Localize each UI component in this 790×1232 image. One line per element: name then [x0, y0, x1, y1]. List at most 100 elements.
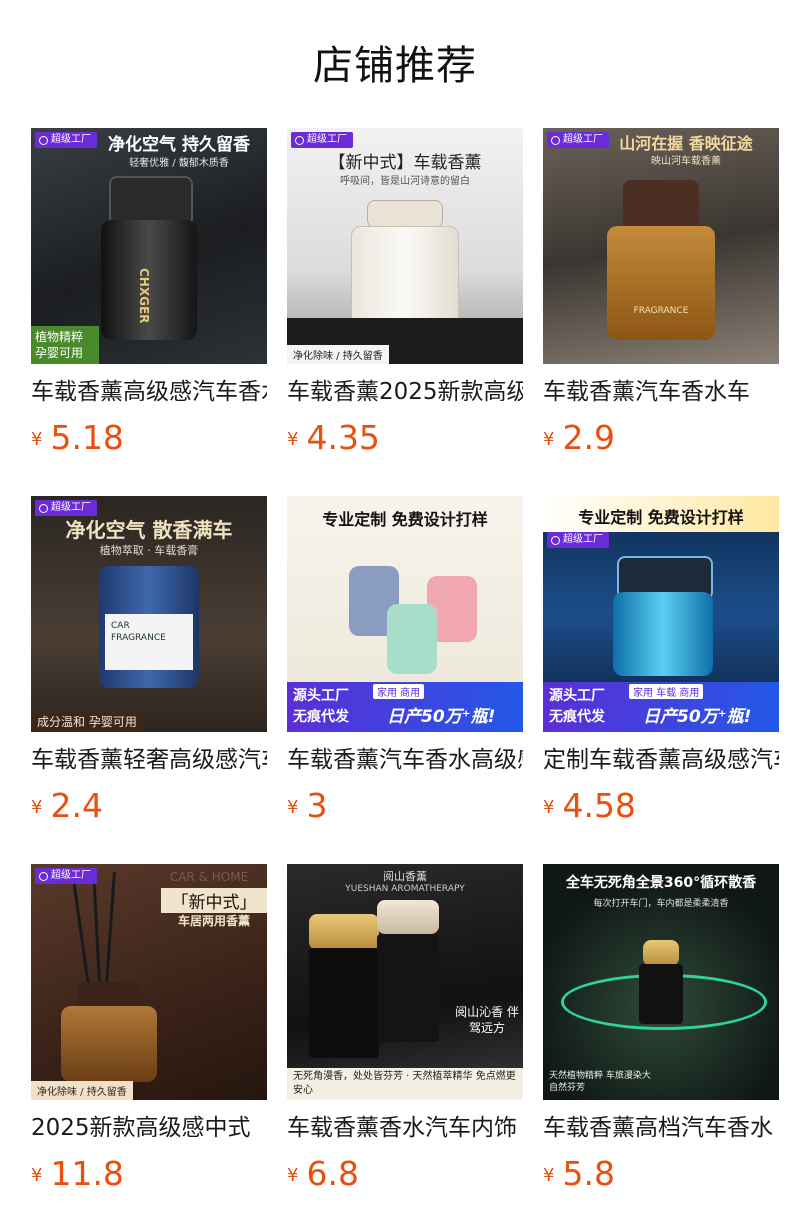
price-value: 6.8: [306, 1154, 359, 1193]
product-tagline: 天然植物精粹 车旅漫染大自然芬芳: [549, 1071, 651, 1093]
product-subline: 映山河车载香薰: [651, 156, 721, 167]
product-tagline: 无死角漫香，处处皆芬芳 · 天然植萃精华 免点燃更安心: [287, 1068, 523, 1100]
price-value: 11.8: [50, 1154, 124, 1193]
super-factory-badge: 超级工厂: [35, 868, 97, 884]
jar-body: [351, 226, 459, 328]
product-image: 阅山香薰 YUESHAN AROMATHERAPY 阅山沁香 伴驾远方 无死角漫…: [287, 864, 523, 1100]
product-name: 车载香薰汽车香水车: [543, 379, 750, 405]
product-name: 车载香薰高档汽车香水: [543, 1115, 773, 1141]
product-tagline: 净化除味 / 持久留香: [287, 345, 389, 364]
diamond-icon: [39, 135, 48, 145]
jar-body: [309, 948, 379, 1058]
price-value: 4.58: [562, 786, 636, 825]
product-name: 车载香薰香水汽车内饰: [287, 1115, 517, 1141]
product-subline: 植物萃取 · 车载香膏: [99, 544, 199, 557]
bottle-mint: [387, 604, 437, 674]
product-price: ¥4.58: [543, 784, 636, 828]
product-card[interactable]: 超级工厂 【新中式】车载香薰 呼吸间，皆是山河诗意的留白 净化除味 / 持久留香…: [287, 128, 523, 474]
promo-banner: 源头工厂 无痕代发 家用 商用 日产50万⁺瓶!: [287, 682, 523, 732]
product-image: 专业定制 免费设计打样 超级工厂 源头工厂 无痕代发 家用 车载 商用 日产50…: [543, 496, 779, 732]
currency-symbol: ¥: [287, 797, 299, 818]
product-headline: 山河在握 香映征途: [619, 134, 753, 153]
currency-symbol: ¥: [287, 1165, 299, 1186]
product-tagline: 成分温和 孕婴可用: [31, 711, 143, 732]
page-title: 店铺推荐: [313, 43, 477, 89]
product-card[interactable]: 全车无死角全景360°循环散香 每次打开车门，车内都是柔柔清香 天然植物精粹 车…: [543, 864, 779, 1210]
jar-cap: [109, 176, 193, 226]
super-factory-badge: 超级工厂: [35, 500, 97, 516]
jar-body: [639, 964, 683, 1024]
product-headline: 全车无死角全景360°循环散香: [565, 875, 757, 891]
jar-body: [61, 1006, 157, 1082]
product-image: 全车无死角全景360°循环散香 每次打开车门，车内都是柔柔清香 天然植物精粹 车…: [543, 864, 779, 1100]
price-value: 4.35: [306, 418, 380, 457]
product-image: 超级工厂 山河在握 香映征途 映山河车载香薰 FRAGRANCE: [543, 128, 779, 364]
product-price: ¥6.8: [287, 1152, 359, 1196]
product-headline: 「新中式」: [161, 888, 267, 913]
product-price: ¥2.9: [543, 416, 615, 460]
product-price: ¥11.8: [31, 1152, 124, 1196]
promo-capacity: 日产50万⁺瓶!: [387, 707, 496, 727]
promo-line-2: 无痕代发: [293, 709, 349, 725]
diamond-icon: [551, 535, 560, 545]
product-image: 超级工厂 净化空气 持久留香 轻奢优雅 / 馥郁木质香 CHXGER 植物精粹 …: [31, 128, 267, 364]
product-name: 定制车载香薰高级感汽车: [543, 747, 779, 773]
brand-text: CAR FRAGRANCE: [105, 614, 193, 670]
promo-capacity: 日产50万⁺瓶!: [643, 707, 752, 727]
diamond-icon: [295, 135, 304, 145]
product-name: 车载香薰2025新款高级感: [287, 379, 523, 405]
product-headline: 【新中式】车载香薰: [328, 153, 482, 173]
jar-cap: [623, 180, 699, 228]
product-subline: 车居两用香薰: [177, 914, 250, 928]
product-image: 超级工厂 净化空气 散香满车 植物萃取 · 车载香膏 CAR FRAGRANCE…: [31, 496, 267, 732]
diamond-icon: [39, 871, 48, 881]
product-image: 专业定制 免费设计打样 源头工厂 无痕代发 家用 商用 日产50万⁺瓶!: [287, 496, 523, 732]
product-card[interactable]: 超级工厂 CAR & HOME 「新中式」 车居两用香薰 净化除味 / 持久留香…: [31, 864, 267, 1210]
product-headline: 净化空气 持久留香: [108, 135, 250, 155]
product-image: 超级工厂 CAR & HOME 「新中式」 车居两用香薰 净化除味 / 持久留香: [31, 864, 267, 1100]
product-headline: 专业定制 免费设计打样: [578, 508, 744, 527]
product-headline: 净化空气 散香满车: [65, 518, 233, 542]
product-price: ¥4.35: [287, 416, 380, 460]
currency-symbol: ¥: [287, 429, 299, 450]
promo-banner: 源头工厂 无痕代发 家用 车载 商用 日产50万⁺瓶!: [543, 682, 779, 732]
product-card[interactable]: 超级工厂 净化空气 散香满车 植物萃取 · 车载香膏 CAR FRAGRANCE…: [31, 496, 267, 842]
product-card[interactable]: 专业定制 免费设计打样 源头工厂 无痕代发 家用 商用 日产50万⁺瓶! 车载香…: [287, 496, 523, 842]
jar-body: [613, 592, 713, 676]
product-name: 车载香薰汽车香水高级感: [287, 747, 523, 773]
super-factory-badge: 超级工厂: [291, 132, 353, 148]
product-card[interactable]: 阅山香薰 YUESHAN AROMATHERAPY 阅山沁香 伴驾远方 无死角漫…: [287, 864, 523, 1210]
price-value: 2.9: [562, 418, 615, 457]
store-recommendations-page: 店铺推荐 超级工厂 净化空气 持久留香 轻奢优雅 / 馥郁木质香 CHXGER …: [0, 0, 790, 1232]
product-subline: 呼吸间，皆是山河诗意的留白: [340, 176, 470, 187]
currency-symbol: ¥: [31, 1165, 43, 1186]
price-value: 5.18: [50, 418, 124, 457]
jar-body: [607, 226, 715, 340]
product-subline: 轻奢优雅 / 馥郁木质香: [129, 158, 229, 169]
product-card[interactable]: 超级工厂 净化空气 持久留香 轻奢优雅 / 馥郁木质香 CHXGER 植物精粹 …: [31, 128, 267, 474]
jar-cap: [377, 900, 439, 934]
product-price: ¥5.18: [31, 416, 124, 460]
product-tagline: 净化除味 / 持久留香: [31, 1081, 133, 1100]
promo-line-1: 源头工厂: [293, 688, 349, 704]
promo-line-2: 无痕代发: [549, 709, 605, 725]
jar-body: [377, 934, 439, 1042]
product-subline: 每次打开车门，车内都是柔柔清香: [593, 899, 729, 909]
jar-cap: [77, 982, 141, 1008]
product-card[interactable]: 专业定制 免费设计打样 超级工厂 源头工厂 无痕代发 家用 车载 商用 日产50…: [543, 496, 779, 842]
brand-text: FRAGRANCE: [633, 306, 689, 316]
jar-cap: [367, 200, 443, 228]
brand-text: CHXGER: [137, 268, 151, 324]
product-headline: 阅山香薰: [383, 870, 427, 883]
currency-symbol: ¥: [543, 429, 555, 450]
product-price: ¥5.8: [543, 1152, 615, 1196]
jar-cap: [643, 940, 679, 966]
product-name: 车载香薰高级感汽车香水: [31, 379, 267, 405]
brand-text: CAR & HOME: [169, 870, 249, 884]
product-card[interactable]: 超级工厂 山河在握 香映征途 映山河车载香薰 FRAGRANCE 车载香薰汽车香…: [543, 128, 779, 474]
currency-symbol: ¥: [543, 1165, 555, 1186]
product-name: 车载香薰轻奢高级感汽车: [31, 747, 267, 773]
product-price: ¥2.4: [31, 784, 103, 828]
product-tagline: 植物精粹 孕婴可用: [31, 326, 99, 364]
promo-line-1: 源头工厂: [549, 688, 605, 704]
